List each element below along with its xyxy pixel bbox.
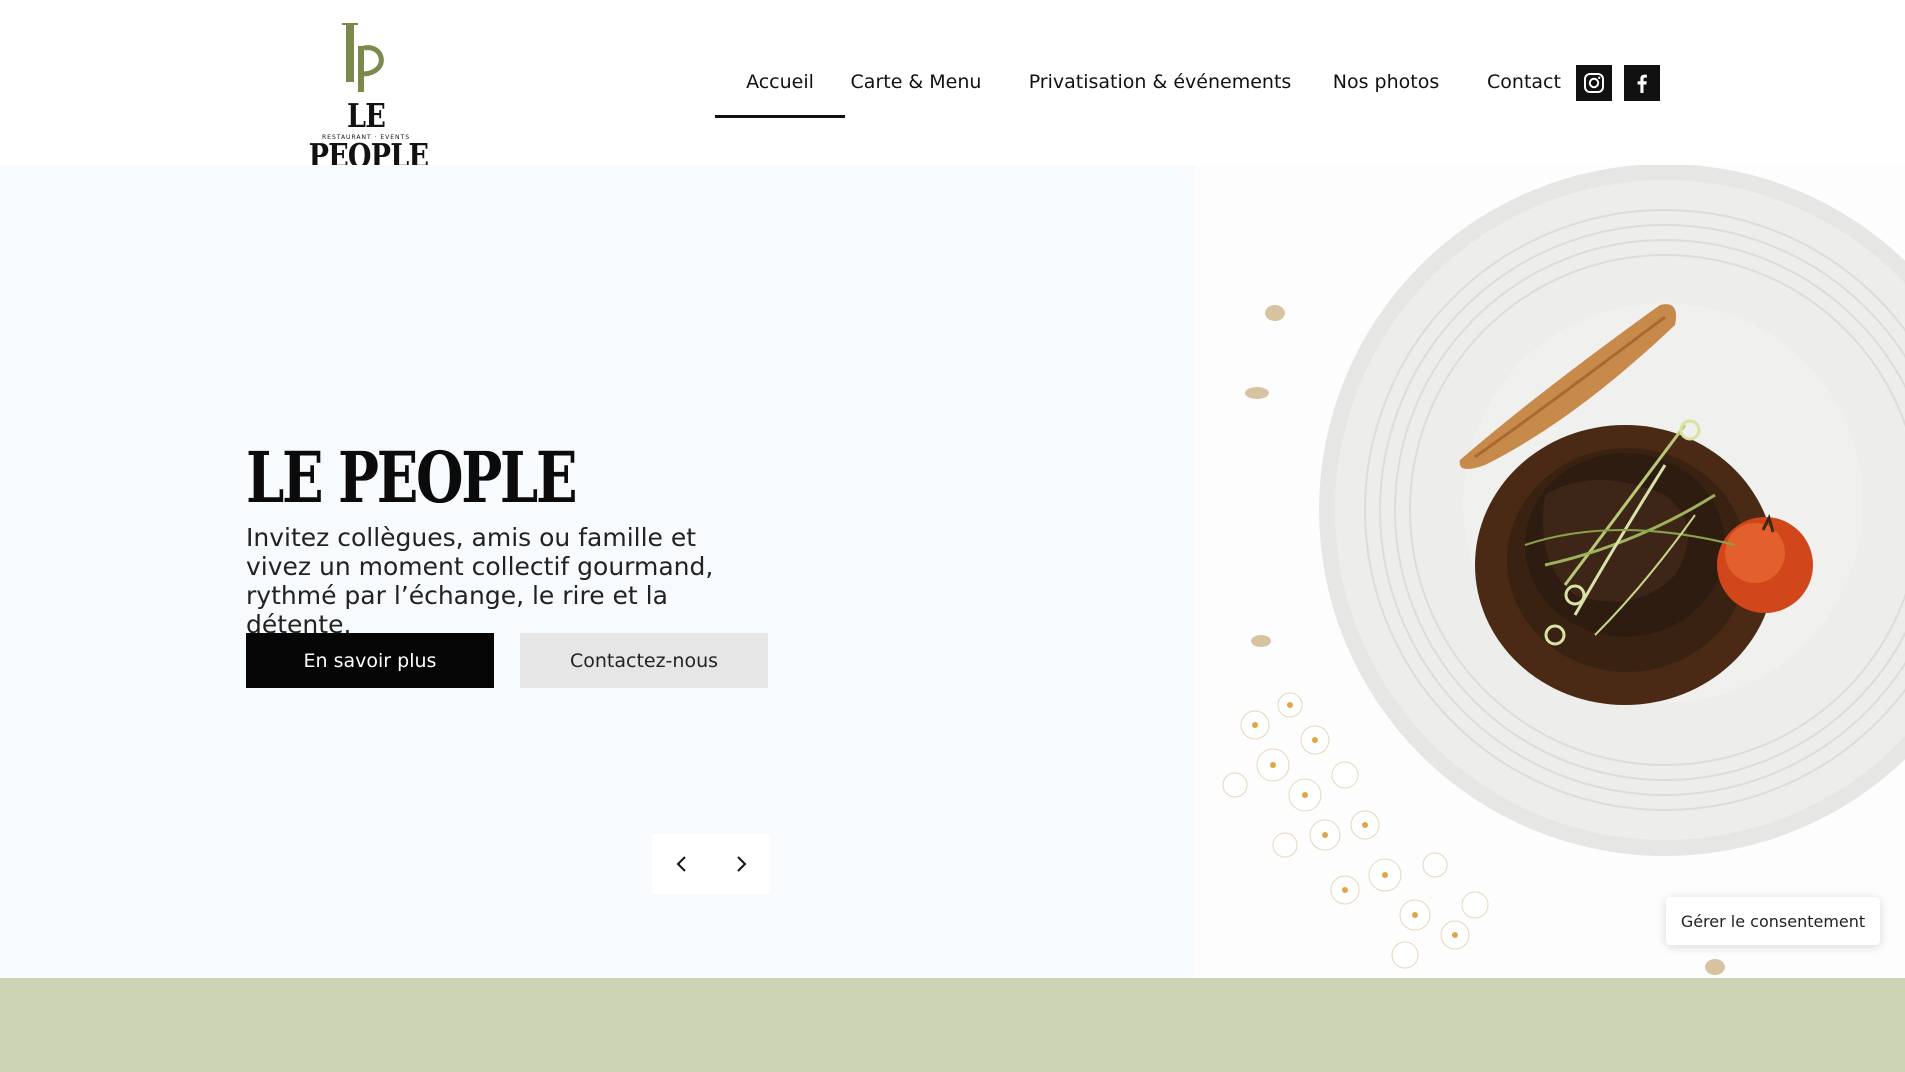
- slider-controls: [652, 834, 770, 894]
- hero-description: Invitez collègues, amis ou famille et vi…: [246, 523, 714, 639]
- site-logo[interactable]: LE PEOPLE RESTAURANT · EVENTS: [296, 20, 436, 175]
- contact-us-button[interactable]: Contactez-nous: [520, 633, 768, 688]
- chevron-right-icon: [736, 856, 746, 872]
- chevron-left-icon: [676, 856, 686, 872]
- logo-monogram: [342, 23, 384, 92]
- hero-title: LE PEOPLE: [246, 436, 578, 519]
- nav-item-contact[interactable]: Contact: [1468, 60, 1580, 118]
- plate-illustration: [1222, 165, 1905, 975]
- consent-button[interactable]: Gérer le consentement: [1666, 897, 1880, 945]
- learn-more-button[interactable]: En savoir plus: [246, 633, 494, 688]
- site-header: LE PEOPLE RESTAURANT · EVENTS Accueil Ca…: [0, 0, 1905, 175]
- instagram-link[interactable]: [1576, 65, 1612, 101]
- section-band: [0, 978, 1905, 1072]
- hero-section: LE PEOPLE Invitez collègues, amis ou fam…: [0, 165, 1905, 978]
- nav-item-carte-menu[interactable]: Carte & Menu: [846, 60, 986, 118]
- facebook-link[interactable]: [1624, 65, 1660, 101]
- logo-tagline: RESTAURANT · EVENTS: [321, 134, 411, 141]
- hero-image: [1195, 165, 1905, 978]
- facebook-icon: [1637, 74, 1647, 93]
- instagram-icon: [1584, 73, 1604, 93]
- slider-prev-button[interactable]: [652, 834, 711, 894]
- nav-item-privatisation[interactable]: Privatisation & événements: [1020, 60, 1300, 118]
- nav-item-nos-photos[interactable]: Nos photos: [1316, 60, 1456, 118]
- nav-item-accueil[interactable]: Accueil: [715, 60, 845, 118]
- slider-next-button[interactable]: [711, 834, 770, 894]
